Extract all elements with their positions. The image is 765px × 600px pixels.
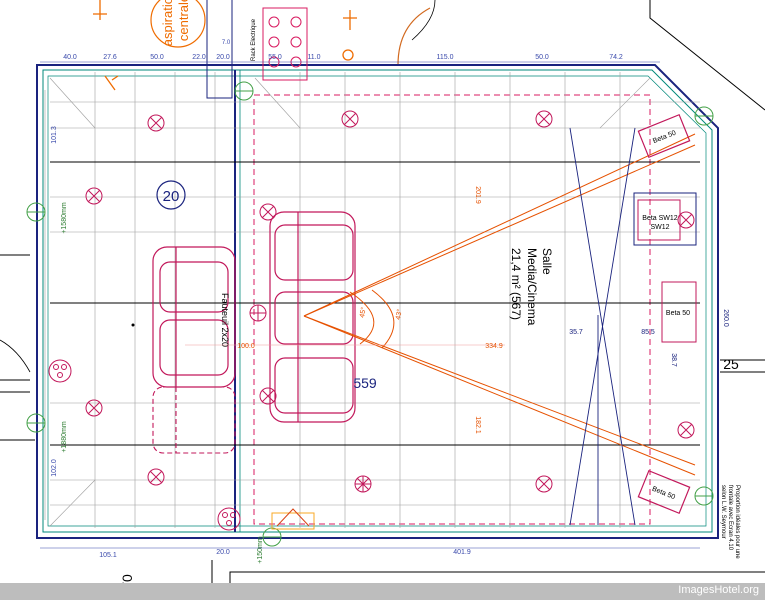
corner-diagonals <box>49 77 651 527</box>
svg-text:55.0: 55.0 <box>268 54 282 61</box>
svg-text:100.0: 100.0 <box>237 343 255 350</box>
grid-lines <box>44 72 700 528</box>
svg-text:Media/Cinema: Media/Cinema <box>525 248 539 326</box>
speaker-center: Beta 50 <box>661 281 697 343</box>
svg-text:+1580mm: +1580mm <box>61 202 68 233</box>
door-swing-orange <box>397 7 431 66</box>
svg-text:74.2: 74.2 <box>609 54 623 61</box>
angle-45: 45° <box>358 306 368 318</box>
svg-text:Proportion idéales pour une: Proportion idéales pour une <box>734 485 740 559</box>
svg-text:Beta 50: Beta 50 <box>666 310 690 317</box>
bottom-dimension-line: 105.1 20.0 401.9 <box>40 547 700 559</box>
svg-text:50.0: 50.0 <box>535 54 549 61</box>
svg-text:50.0: 50.0 <box>150 54 164 61</box>
svg-text:35.7: 35.7 <box>569 329 583 336</box>
corner-number: 25 <box>723 356 739 372</box>
green-outlets <box>26 81 714 547</box>
svg-text:102.0: 102.0 <box>51 459 58 477</box>
svg-text:Beta 50: Beta 50 <box>651 486 676 502</box>
svg-text:27.6: 27.6 <box>103 54 117 61</box>
inner-wall-dashed <box>253 94 651 525</box>
centrale-label: centrale <box>176 0 191 41</box>
svg-text:22.0: 22.0 <box>192 54 206 61</box>
svg-text:105.1: 105.1 <box>99 552 117 559</box>
outlet-clusters <box>48 304 267 531</box>
duct <box>206 0 233 99</box>
svg-text:401.9: 401.9 <box>453 549 471 556</box>
speaker-front-right: Beta 50 <box>637 469 691 515</box>
ceiling-lights <box>85 110 695 493</box>
svg-text:+1880mm: +1880mm <box>61 421 68 452</box>
door-swing-top <box>411 0 436 41</box>
svg-text:21,4 m² (567): 21,4 m² (567) <box>509 248 523 320</box>
svg-text:40.0: 40.0 <box>63 54 77 61</box>
green-dim-bottom: +150mm <box>257 536 264 564</box>
svg-text:334.9: 334.9 <box>485 343 503 350</box>
floor-plan-drawing: centrale aspiration Rack Electrique 40.0… <box>0 0 765 600</box>
aspiration-label: aspiration <box>160 0 175 46</box>
grid-heavy-lines <box>50 161 700 446</box>
svg-text:20.0: 20.0 <box>216 54 230 61</box>
side-note: Proportion idéales pour une frontale ave… <box>720 485 740 559</box>
svg-text:Beta 50: Beta 50 <box>652 130 677 146</box>
svg-text:Beta SW12: Beta SW12 <box>642 215 678 222</box>
svg-text:selon L.W. Seymour: selon L.W. Seymour <box>720 485 726 539</box>
room-number: 20 <box>163 188 180 205</box>
svg-text:SW12: SW12 <box>650 224 669 231</box>
svg-text:Salle: Salle <box>540 248 554 275</box>
svg-text:85.5: 85.5 <box>641 329 655 336</box>
svg-text:11.0: 11.0 <box>307 54 320 61</box>
armchairs-dashed <box>152 386 236 454</box>
screen-sightlines <box>569 127 636 526</box>
room-label: Salle Media/Cinema 21,4 m² (567) <box>509 248 554 326</box>
svg-text:260.0: 260.0 <box>722 309 729 327</box>
svg-text:182.1: 182.1 <box>474 416 481 434</box>
svg-text:38.7: 38.7 <box>670 353 677 367</box>
svg-text:115.0: 115.0 <box>437 54 454 61</box>
angle-43: 43° <box>394 308 404 320</box>
svg-text:frontale avec Ecran 4.10: frontale avec Ecran 4.10 <box>727 485 733 551</box>
fauteuil-label: Fauteuil 2x20 <box>220 293 230 347</box>
watermark-text: ImagesHotel.org <box>678 584 759 596</box>
rack-label: Rack Electrique <box>251 18 257 61</box>
center-dot <box>131 323 135 327</box>
room-code: 559 <box>353 375 377 391</box>
watermark-bar: ImagesHotel.org <box>0 583 765 600</box>
door-swing-left <box>0 339 31 373</box>
svg-text:201.9: 201.9 <box>474 186 481 204</box>
svg-text:20.0: 20.0 <box>216 549 230 556</box>
armchairs-front-row <box>269 211 356 423</box>
left-dimensions: 101.3 +1580mm +1880mm 102.0 <box>51 126 68 477</box>
svg-text:101.3: 101.3 <box>51 126 58 144</box>
svg-text:7.0: 7.0 <box>222 40 231 46</box>
room-walls <box>36 64 719 539</box>
